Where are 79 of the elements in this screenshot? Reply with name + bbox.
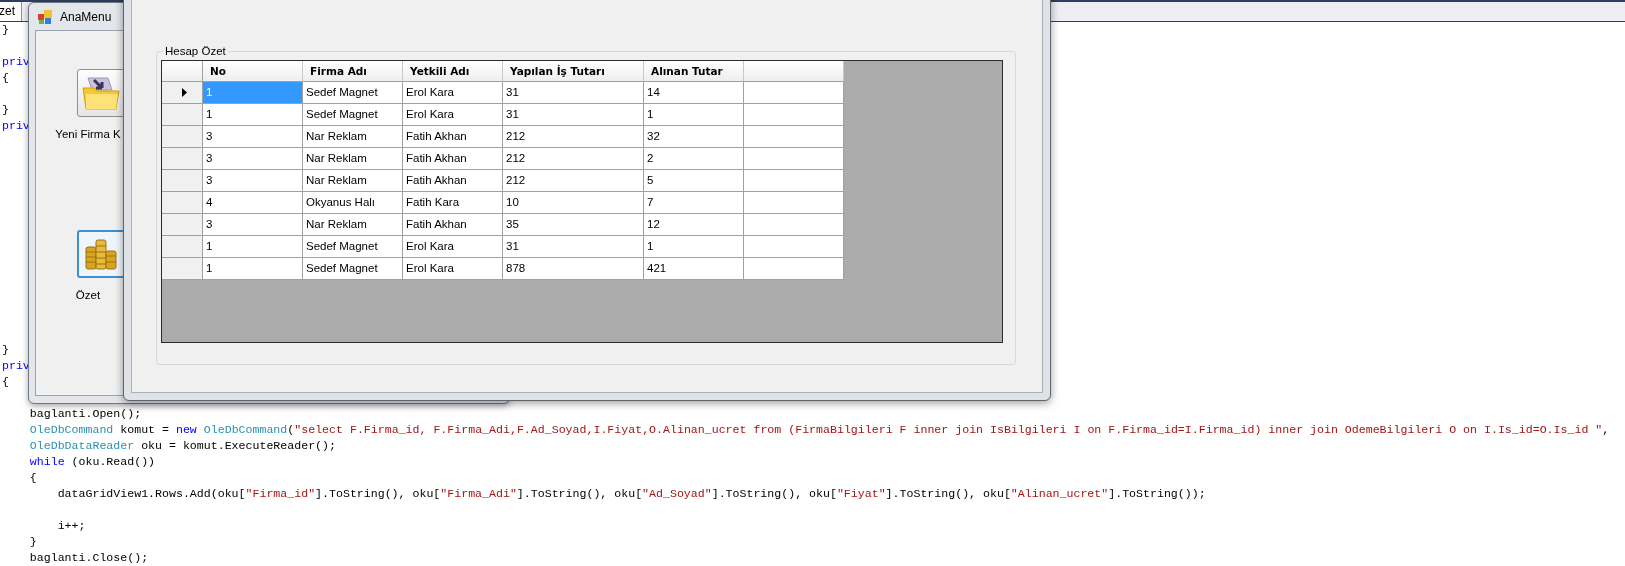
editor-tab[interactable]: zet bbox=[0, 2, 22, 21]
table-cell: 10 bbox=[503, 192, 644, 214]
table-cell: 4 bbox=[203, 192, 303, 214]
code-line: { bbox=[28, 470, 37, 486]
code-line: OleDbDataReader oku = komut.ExecuteReader(); bbox=[28, 438, 336, 454]
table-cell: 3 bbox=[203, 214, 303, 236]
table-cell: Nar Reklam bbox=[303, 214, 403, 236]
column-header[interactable]: Alınan Tutar bbox=[644, 61, 744, 82]
column-header[interactable]: Yapılan İş Tutarı bbox=[503, 61, 644, 82]
table-cell: Okyanus Halı bbox=[303, 192, 403, 214]
table-cell: Fatih Akhan bbox=[403, 214, 503, 236]
code-line: priv bbox=[2, 54, 30, 70]
table-cell: Erol Kara bbox=[403, 258, 503, 280]
table-cell: 31 bbox=[503, 82, 644, 104]
table-cell: 1 bbox=[644, 236, 744, 258]
app-icon bbox=[38, 9, 52, 24]
table-cell: 212 bbox=[503, 148, 644, 170]
code-line: i++; bbox=[56, 518, 86, 534]
table-cell: 1 bbox=[203, 258, 303, 280]
folder-icon bbox=[82, 76, 120, 110]
row-header[interactable] bbox=[162, 82, 203, 104]
table-cell: 5 bbox=[644, 170, 744, 192]
table-cell: 1 bbox=[203, 104, 303, 126]
menu-button-label: Yeni Firma K bbox=[55, 128, 121, 140]
table-cell: Sedef Magnet bbox=[303, 236, 403, 258]
table-cell: Fatih Akhan bbox=[403, 170, 503, 192]
menu-button[interactable] bbox=[77, 69, 125, 117]
code-line: while (oku.Read()) bbox=[28, 454, 156, 470]
table-cell: 421 bbox=[644, 258, 744, 280]
code-line: { bbox=[2, 70, 9, 86]
code-line: } bbox=[2, 102, 9, 118]
code-line: OleDbCommand komut = new OleDbCommand("select F.Firma_id, F.Firma_Adi,F.Ad_Soyad,I.Fiyat,O.Alinan_ucret from (FirmaBilgileri F inner join IsBilgileri I on F.Firma_id=I.Firma_id) inner join OdemeBilgileri O on I.Is_id=O.Is_id ", bbox=[28, 422, 1610, 438]
code-line: baglanti.Open(); bbox=[28, 406, 142, 422]
table-cell: 2 bbox=[644, 148, 744, 170]
code-line: { bbox=[2, 374, 9, 390]
table-cell: 3 bbox=[203, 170, 303, 192]
column-header[interactable]: Firma Adı bbox=[303, 61, 403, 82]
table-cell: Erol Kara bbox=[403, 236, 503, 258]
table-cell: 7 bbox=[644, 192, 744, 214]
code-line: } bbox=[2, 342, 9, 358]
table-cell: Erol Kara bbox=[403, 104, 503, 126]
table-cell: 32 bbox=[644, 126, 744, 148]
table-cell: Fatih Akhan bbox=[403, 148, 503, 170]
table-cell: 12 bbox=[644, 214, 744, 236]
table-cell: 3 bbox=[203, 126, 303, 148]
table-cell: 212 bbox=[503, 170, 644, 192]
column-header[interactable]: Yetkili Adı bbox=[403, 61, 503, 82]
window-title: AnaMenu bbox=[60, 9, 112, 24]
table-cell: 1 bbox=[203, 236, 303, 258]
table-cell: Sedef Magnet bbox=[303, 258, 403, 280]
table-cell: Fatih Kara bbox=[403, 192, 503, 214]
table-cell: 31 bbox=[503, 104, 644, 126]
table-cell: 878 bbox=[503, 258, 644, 280]
table-cell: Nar Reklam bbox=[303, 170, 403, 192]
table-cell: 1 bbox=[203, 82, 303, 104]
code-line: dataGridView1.Rows.Add(oku["Firma_id"].ToString(), oku["Firma_Adi"].ToString(), oku["Ad_Soyad"].ToString(), oku["Fiyat"].ToString(), oku["Alinan_ucret"].ToString()); bbox=[56, 486, 1206, 502]
code-line: priv bbox=[2, 118, 30, 134]
table-cell: 31 bbox=[503, 236, 644, 258]
table-cell: Nar Reklam bbox=[303, 148, 403, 170]
table-cell: 212 bbox=[503, 126, 644, 148]
table-cell: Fatih Akhan bbox=[403, 126, 503, 148]
table-cell: 3 bbox=[203, 148, 303, 170]
table-cell: 1 bbox=[644, 104, 744, 126]
table-cell: Sedef Magnet bbox=[303, 82, 403, 104]
column-header[interactable]: No bbox=[203, 61, 303, 82]
table-cell: 14 bbox=[644, 82, 744, 104]
coins-icon bbox=[83, 237, 119, 271]
code-line: } bbox=[28, 534, 37, 550]
table-cell: 35 bbox=[503, 214, 644, 236]
current-row-icon bbox=[182, 88, 187, 97]
code-line: baglanti.Close(); bbox=[28, 550, 149, 566]
code-line: } bbox=[2, 22, 9, 38]
menu-button-label: Özet bbox=[75, 289, 101, 301]
menu-button[interactable] bbox=[77, 230, 125, 278]
table-cell: Erol Kara bbox=[403, 82, 503, 104]
table-cell: Sedef Magnet bbox=[303, 104, 403, 126]
group-title: Hesap Özet bbox=[163, 44, 228, 58]
code-line: priv bbox=[2, 358, 30, 374]
table-cell: Nar Reklam bbox=[303, 126, 403, 148]
